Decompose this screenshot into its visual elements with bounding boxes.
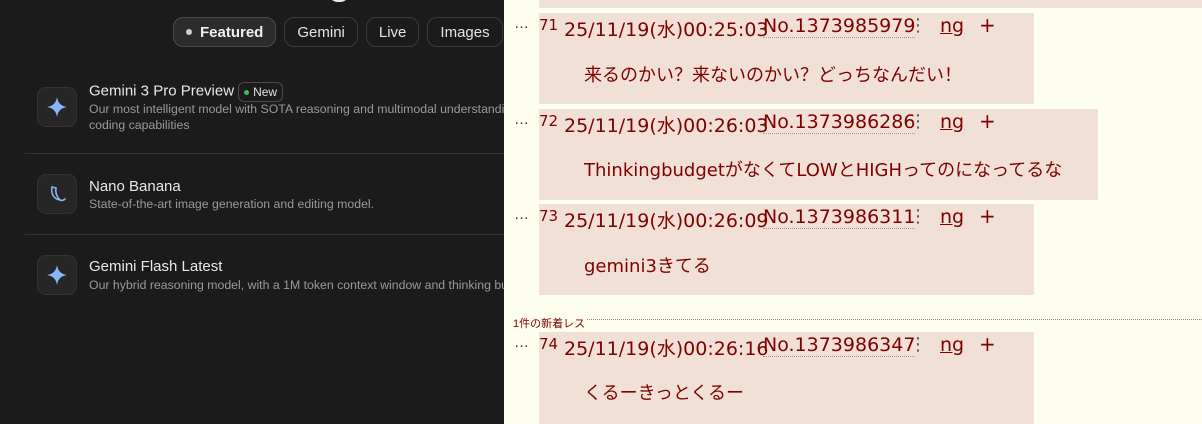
new-responses-divider [513,319,1202,320]
post-menu-icon[interactable]: ⋮ [909,334,927,355]
badge-label: New [253,85,278,99]
model-name: Gemini 3 Pro Preview [89,82,235,100]
post-datetime: 25/11/19(水)00:26:03 [564,115,769,137]
plus-button[interactable]: + [979,204,996,228]
sparkle-icon [37,255,77,295]
model-item-gemini-flash-latest[interactable]: Gemini Flash Latest Our hybrid reasoning… [25,250,504,300]
post-ellipsis[interactable]: … [514,334,529,351]
desc-line: coding capabilities [89,118,190,132]
tab-label: Live [378,23,407,41]
tab-images[interactable]: Images [427,17,503,47]
post-id-link[interactable]: No.1373985979 [763,15,916,38]
post-number: 74 [539,335,559,353]
post-id-link[interactable]: No.1373986311 [763,206,916,229]
previous-post-fragment [539,0,1202,8]
model-name: Nano Banana [89,178,181,195]
ng-link[interactable]: ng [940,206,964,228]
model-description: Our most intelligent model with SOTA rea… [89,101,504,133]
ng-link[interactable]: ng [940,15,964,37]
ng-link[interactable]: ng [940,111,964,133]
model-title: Gemini 3 Pro Preview New [89,82,284,102]
desc-line: Our most intelligent model with SOTA rea… [89,102,504,116]
tab-featured[interactable]: Featured [173,17,277,47]
plus-button[interactable]: + [979,332,996,356]
post-body: gemini3きてる [584,256,711,277]
post-ellipsis[interactable]: … [514,15,529,32]
post-74: 74 25/11/19(水)00:26:16 No.1373986347 ⋮ n… [539,332,1034,424]
post-number: 71 [539,16,559,34]
sparkle-icon [37,87,77,127]
divider [25,234,504,235]
post-number: 72 [539,112,559,130]
post-datetime: 25/11/19(水)00:25:03 [564,19,769,41]
model-description: State-of-the-art image generation and ed… [89,197,375,211]
post-72: 72 25/11/19(水)00:26:03 No.1373986286 ⋮ n… [539,109,1098,200]
post-73: 73 25/11/19(水)00:26:09 No.1373986311 ⋮ n… [539,204,1034,295]
post-datetime: 25/11/19(水)00:26:16 [564,338,769,360]
post-id-link[interactable]: No.1373986347 [763,334,916,357]
tab-label: Featured [200,23,264,41]
tab-label: Images [440,23,490,41]
active-dot-icon [186,29,192,35]
banana-icon [37,174,77,214]
model-panel: Featured Gemini Live Images Gemini 3 Pro… [0,0,504,424]
thread-panel: … 71 25/11/19(水)00:25:03 No.1373985979 ⋮… [504,0,1202,424]
tab-live[interactable]: Live [365,17,420,47]
post-number: 73 [539,207,559,225]
tab-label: Gemini [297,23,345,41]
ng-link[interactable]: ng [940,334,964,356]
plus-button[interactable]: + [979,13,996,37]
divider [25,153,504,154]
post-id-link[interactable]: No.1373986286 [763,111,916,134]
post-body: くるーきっとくるー [584,383,745,404]
post-menu-icon[interactable]: ⋮ [909,111,927,132]
post-menu-icon[interactable]: ⋮ [909,206,927,227]
new-badge: New [238,82,284,102]
post-ellipsis[interactable]: … [514,206,529,223]
header-logo-fragment [328,0,350,2]
post-body: ThinkingbudgetがなくてLOWとHIGHってのになってるな [584,160,1063,181]
post-ellipsis[interactable]: … [514,111,529,128]
model-item-nano-banana[interactable]: Nano Banana State-of-the-art image gener… [25,170,504,220]
model-item-gemini-3-pro[interactable]: Gemini 3 Pro Preview New Our most intelli… [25,80,504,150]
model-name: Gemini Flash Latest [89,258,223,275]
plus-button[interactable]: + [979,109,996,133]
new-responses-label: 1件の新着レス [513,315,588,331]
post-body: 来るのかい？来ないのかい？どっちなんだい！ [584,65,962,86]
post-datetime: 25/11/19(水)00:26:09 [564,210,769,232]
tab-gemini[interactable]: Gemini [284,17,358,47]
model-tabs: Featured Gemini Live Images [173,17,503,49]
model-description: Our hybrid reasoning model, with a 1M to… [89,278,504,292]
new-dot-icon [244,89,250,95]
post-menu-icon[interactable]: ⋮ [909,15,927,36]
post-71: 71 25/11/19(水)00:25:03 No.1373985979 ⋮ n… [539,13,1034,104]
